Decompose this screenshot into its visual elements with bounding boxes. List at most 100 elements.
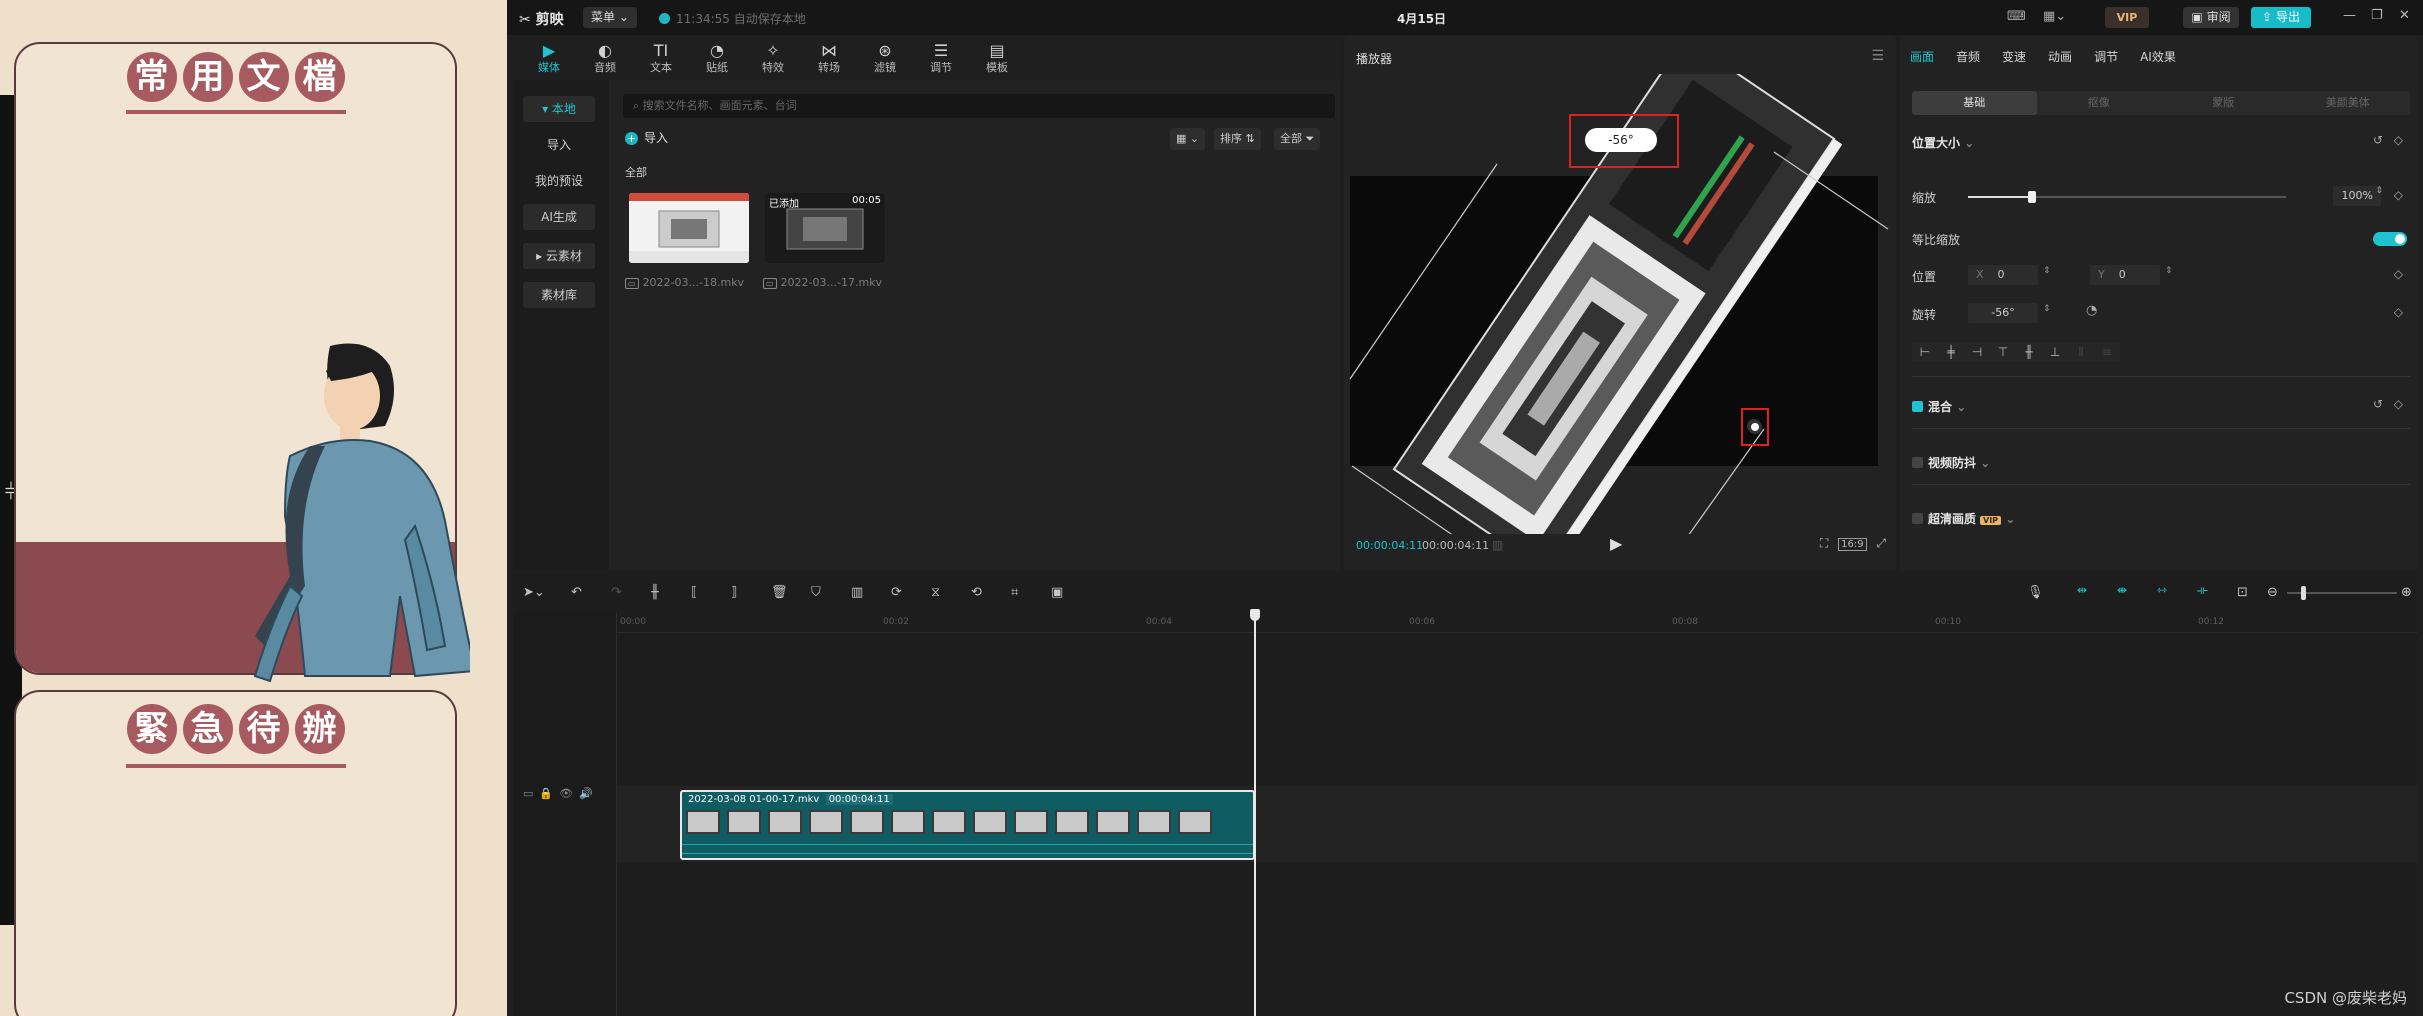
tab-animation[interactable]: 动画 (2048, 48, 2072, 65)
subtab-basic[interactable]: 基础 (1912, 91, 2037, 115)
tab-adjust[interactable]: 调节 (2094, 48, 2118, 65)
scale-slider[interactable] (1968, 191, 2286, 203)
preview-canvas[interactable]: -56° (1344, 74, 1896, 534)
keyframe-icon[interactable]: ◇ (2394, 188, 2403, 202)
align-top-icon[interactable]: ⊤ (1990, 342, 2016, 362)
tab-effects[interactable]: ✧ 特效 (745, 36, 801, 80)
play-button[interactable]: ▶ (1610, 534, 1622, 553)
microphone-icon[interactable]: 🎙 (2027, 585, 2044, 600)
playhead[interactable] (1254, 613, 1256, 1016)
caption-icon[interactable]: ⊡ (2237, 585, 2248, 600)
tab-template[interactable]: ▤ 模板 (969, 36, 1025, 80)
track-video-icon[interactable]: ▭ (523, 787, 539, 800)
position-y-input[interactable]: Y 0 (2090, 265, 2160, 285)
eye-icon[interactable]: 👁 (559, 787, 579, 800)
media-thumbnail-added[interactable]: 已添加 00:05 (765, 193, 885, 263)
aspect-ratio-button[interactable]: 16:9 (1838, 538, 1867, 551)
sidebar-item-ai-generate[interactable]: AI生成 (523, 204, 595, 230)
tab-sticker[interactable]: ◔ 贴纸 (689, 36, 745, 80)
stepper-icon[interactable]: ⇕ (2165, 266, 2173, 276)
undo-icon[interactable]: ↶ (571, 585, 582, 600)
tab-text[interactable]: TI 文本 (633, 36, 689, 80)
scale-slider-knob[interactable] (2027, 191, 2036, 203)
align-right-icon[interactable]: ⊣ (1964, 342, 1990, 362)
zoom-out-icon[interactable]: ⊖ (2267, 585, 2278, 600)
review-button[interactable]: ▣ 审阅 (2183, 7, 2239, 28)
filter-button[interactable]: 全部 ⏷ (1274, 128, 1321, 150)
sidebar-item-library[interactable]: 素材库 (523, 282, 595, 308)
hd-checkbox[interactable] (1912, 513, 1923, 524)
time-ruler[interactable]: 00:00 00:02 00:04 00:06 00:08 00:10 00:1… (617, 613, 2417, 633)
stepper-icon[interactable]: ⇕ (2375, 186, 2383, 196)
stabilize-section[interactable]: 视频防抖 ⌄ (1912, 454, 1990, 471)
tab-media[interactable]: ▶ 媒体 (521, 36, 577, 80)
media-search-input[interactable]: ⌕ 搜索文件名称、画面元素、台词 (623, 94, 1335, 118)
tab-transition[interactable]: ⋈ 转场 (801, 36, 857, 80)
align-left-icon[interactable]: ⊢ (1912, 342, 1938, 362)
reset-icon[interactable]: ↺ (2373, 133, 2383, 147)
vip-badge[interactable]: VIP (2105, 7, 2149, 28)
lock-icon[interactable]: 🔒 (539, 787, 559, 800)
mirror-icon[interactable]: ⧖ (931, 585, 940, 600)
stepper-icon[interactable]: ⇕ (2043, 266, 2051, 276)
keyframe-icon[interactable]: ◇ (2394, 397, 2403, 411)
project-title[interactable]: 4月15日 (1397, 10, 1446, 27)
sidebar-item-cloud[interactable]: ▸ 云素材 (523, 243, 595, 269)
tab-speed[interactable]: 变速 (2002, 48, 2026, 65)
timeline-video-clip[interactable]: 2022-03-08 01-00-17.mkv 00:00:04:11 (680, 790, 1255, 860)
stepper-icon[interactable]: ⇕ (2043, 304, 2051, 314)
reset-icon[interactable]: ↺ (2373, 397, 2383, 411)
rotate-value-input[interactable]: -56° (1968, 303, 2038, 323)
tab-adjust[interactable]: ☰ 调节 (913, 36, 969, 80)
reverse-icon[interactable]: ⟳ (891, 585, 902, 600)
tab-audio[interactable]: 音频 (1956, 48, 1980, 65)
zoom-slider[interactable] (2287, 586, 2397, 600)
tab-picture[interactable]: 画面 (1910, 48, 1934, 65)
fullscreen-icon[interactable]: ⤢ (1876, 536, 1886, 550)
view-mode-toggle[interactable]: ▦ ⌄ (1170, 128, 1206, 150)
timecode-grid-icon[interactable]: ▥ (1492, 538, 1503, 552)
minimize-icon[interactable]: — (2343, 8, 2356, 23)
menu-icon[interactable]: ☰ (1871, 48, 1884, 64)
restore-icon[interactable]: ❐ (2371, 8, 2383, 23)
close-icon[interactable]: ✕ (2399, 8, 2410, 23)
blend-section[interactable]: 混合 ⌄ (1912, 398, 1966, 415)
tab-audio[interactable]: ◐ 音频 (577, 36, 633, 80)
rotation-dial-icon[interactable]: ◔ (2086, 303, 2097, 318)
main-track-link-icon[interactable]: ⇹ (2077, 583, 2087, 597)
sidebar-item-local[interactable]: ▾ 本地 (523, 96, 595, 122)
freeze-frame-icon[interactable]: ▥ (851, 585, 863, 600)
sidebar-item-import[interactable]: 导入 (523, 132, 595, 158)
auto-snap-icon[interactable]: ⇼ (2117, 583, 2127, 597)
hd-quality-section[interactable]: 超清画质 VIP ⌄ (1912, 510, 2015, 527)
stabilize-checkbox[interactable] (1912, 457, 1923, 468)
redo-icon[interactable]: ↷ (611, 585, 622, 600)
delete-icon[interactable]: 🗑 (771, 585, 788, 600)
keyframe-icon[interactable]: ◇ (2394, 305, 2403, 319)
linkage-icon[interactable]: ⇿ (2157, 583, 2167, 597)
marker-icon[interactable]: ⛉ (811, 585, 821, 600)
media-thumbnail[interactable] (629, 193, 749, 263)
speaker-icon[interactable]: 🔊 (579, 787, 599, 800)
playhead-handle[interactable] (1250, 609, 1260, 621)
scale-value-input[interactable]: 100% (2333, 186, 2381, 206)
preview-axis-icon[interactable]: ⟛ (2197, 583, 2208, 598)
subtab-cutout[interactable]: 抠像 (2037, 91, 2162, 115)
export-button[interactable]: ⇪ 导出 (2251, 7, 2311, 28)
split-icon[interactable]: ╫ (651, 585, 659, 600)
main-menu-button[interactable]: 菜单 ⌄ (583, 7, 637, 28)
trim-left-icon[interactable]: ⟦ (691, 585, 697, 600)
zoom-slider-knob[interactable] (2301, 586, 2306, 600)
align-center-h-icon[interactable]: ╪ (1938, 342, 1964, 362)
zoom-in-icon[interactable]: ⊕ (2401, 585, 2412, 600)
image-icon[interactable]: ▣ (1051, 585, 1063, 600)
position-x-input[interactable]: X 0 (1968, 265, 2038, 285)
import-button[interactable]: + 导入 (625, 129, 668, 146)
align-bottom-icon[interactable]: ⊥ (2042, 342, 2068, 362)
trim-right-icon[interactable]: ⟧ (731, 585, 737, 600)
snapshot-icon[interactable]: ⛶ (1820, 536, 1828, 550)
subtab-mask[interactable]: 蒙版 (2161, 91, 2286, 115)
tab-ai-effects[interactable]: AI效果 (2140, 48, 2176, 65)
keyboard-icon[interactable]: ⌨ (2007, 9, 2026, 24)
align-center-v-icon[interactable]: ╫ (2016, 342, 2042, 362)
